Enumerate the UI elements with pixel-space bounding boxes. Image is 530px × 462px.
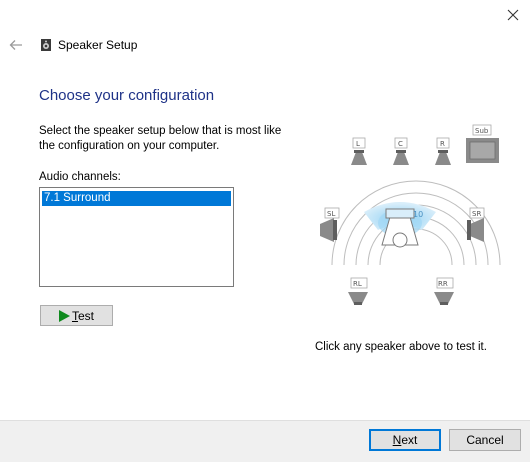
svg-text:SL: SL — [327, 210, 335, 218]
speaker-center[interactable]: C — [393, 137, 409, 165]
svg-text:RL: RL — [353, 280, 362, 288]
list-item-7-1-surround[interactable]: 7.1 Surround — [42, 191, 231, 206]
speaker-diagram: 10 L C R Sub SL SR RL RR — [320, 124, 501, 305]
instructions-text: Select the speaker setup below that is m… — [39, 125, 282, 152]
test-button-label: Test — [71, 308, 94, 323]
svg-text:L: L — [356, 140, 360, 148]
close-icon — [507, 9, 519, 21]
svg-text:R: R — [440, 140, 445, 148]
speaker-icon — [41, 39, 51, 51]
speaker-side-left[interactable]: SL — [320, 207, 340, 242]
next-button-label: Next — [392, 433, 418, 447]
speaker-rear-right[interactable]: RR — [434, 277, 454, 305]
test-button[interactable]: Test — [40, 305, 113, 326]
window-title: Speaker Setup — [58, 38, 138, 52]
close-button[interactable] — [498, 2, 528, 28]
speaker-rear-left[interactable]: RL — [348, 277, 368, 305]
cancel-button[interactable]: Cancel — [449, 429, 521, 451]
listener-label: 10 — [413, 210, 423, 219]
play-icon — [58, 309, 70, 322]
svg-text:SR: SR — [472, 210, 481, 218]
back-button[interactable] — [6, 36, 26, 54]
speaker-front-left[interactable]: L — [351, 137, 367, 165]
page-title: Choose your configuration — [39, 87, 215, 104]
speaker-subwoofer[interactable]: Sub — [466, 124, 499, 163]
speaker-front-right[interactable]: R — [435, 137, 451, 165]
audio-channels-list[interactable]: 7.1 Surround — [39, 187, 234, 287]
svg-text:RR: RR — [438, 280, 448, 288]
audio-channels-label: Audio channels: — [39, 171, 121, 183]
svg-text:Sub: Sub — [475, 127, 489, 135]
speaker-side-right[interactable]: SR — [467, 207, 485, 242]
svg-text:C: C — [398, 140, 403, 148]
back-arrow-icon — [9, 40, 22, 50]
speaker-test-hint: Click any speaker above to test it. — [315, 341, 487, 353]
next-button[interactable]: Next — [369, 429, 441, 451]
